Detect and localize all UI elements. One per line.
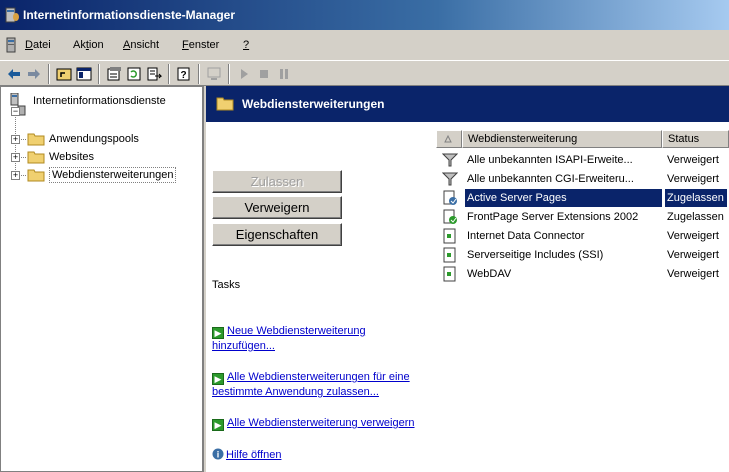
task-deny-all[interactable]: ▶ Alle Webdiensterweiterung verweigern bbox=[212, 416, 415, 431]
extension-icon bbox=[443, 228, 456, 244]
folder-icon bbox=[27, 151, 45, 164]
play-icon bbox=[234, 64, 254, 84]
forward-icon[interactable] bbox=[24, 64, 44, 84]
back-icon[interactable] bbox=[4, 64, 24, 84]
tasks-label: Tasks bbox=[212, 279, 241, 291]
show-hide-tree-icon[interactable] bbox=[74, 64, 94, 84]
iis-app-icon bbox=[5, 7, 19, 23]
menu-help[interactable]: ? bbox=[243, 39, 249, 51]
window-title: Internetinformationsdienste-Manager bbox=[23, 8, 236, 22]
task-add-extension[interactable]: ▶ Neue Webdiensterweiterung hinzufügen... bbox=[212, 324, 366, 354]
task-open-help[interactable]: i Hilfe öffnen bbox=[212, 448, 281, 463]
list-item[interactable]: Alle unbekannten ISAPI-Erweite... Verweig… bbox=[436, 151, 729, 169]
sort-column-header[interactable] bbox=[436, 130, 462, 148]
properties-icon[interactable] bbox=[104, 64, 124, 84]
tree-expand-anwendungspools[interactable]: + bbox=[11, 135, 20, 144]
toolbar-separator bbox=[168, 64, 170, 84]
toolbar: ? bbox=[0, 60, 729, 86]
list-item[interactable]: FrontPage Server Extensions 2002 Zugelass… bbox=[436, 208, 729, 226]
menu-fenster[interactable]: Fenster bbox=[182, 39, 219, 51]
properties-button[interactable]: Eigenschaften bbox=[212, 223, 342, 246]
menu-aktion[interactable]: Aktion bbox=[73, 39, 104, 51]
deny-button[interactable]: Verweigern bbox=[212, 196, 342, 219]
tree-collapse-root[interactable]: − bbox=[11, 107, 20, 116]
column-header-status[interactable]: Status bbox=[662, 130, 729, 148]
menu-bar: Datei Aktion Ansicht Fenster ? bbox=[0, 30, 729, 60]
svg-text:i: i bbox=[217, 450, 220, 460]
folder-icon bbox=[27, 133, 45, 146]
tree-item-label: Anwendungspools bbox=[49, 133, 139, 145]
menu-ansicht[interactable]: Ansicht bbox=[123, 39, 159, 51]
menu-datei[interactable]: Datei bbox=[25, 39, 51, 51]
tree-root-label: Internetinformationsdienste bbox=[33, 95, 166, 107]
arrow-right-icon: ▶ bbox=[212, 327, 224, 339]
column-header-name[interactable]: Webdiensterweiterung bbox=[462, 130, 662, 148]
toolbar-separator bbox=[228, 64, 230, 84]
toolbar-separator bbox=[198, 64, 200, 84]
list-item[interactable]: Serverseitige Includes (SSI) Verweigert bbox=[436, 246, 729, 264]
toolbar-separator bbox=[48, 64, 50, 84]
tree-expand-websites[interactable]: + bbox=[11, 153, 20, 162]
title-bar: Internetinformationsdienste-Manager bbox=[0, 0, 729, 30]
export-list-icon[interactable] bbox=[144, 64, 164, 84]
mmc-icon[interactable] bbox=[4, 37, 20, 53]
sort-ascending-icon bbox=[444, 134, 452, 143]
tree-item-label: Websites bbox=[49, 151, 95, 163]
folder-icon bbox=[27, 169, 45, 182]
extension-icon bbox=[443, 247, 456, 263]
list-item-selected[interactable]: Active Server Pages Zugelassen bbox=[436, 189, 729, 207]
stop-icon bbox=[254, 64, 274, 84]
tree-pane[interactable]: Internetinformationsdienste − + Anwendun… bbox=[0, 86, 204, 472]
filter-icon bbox=[442, 153, 458, 167]
task-allow-all-for-app[interactable]: ▶ Alle Webdiensterweiterungen für eine be… bbox=[212, 370, 410, 400]
toolbar-separator bbox=[98, 64, 100, 84]
list-item[interactable]: WebDAV Verweigert bbox=[436, 265, 729, 283]
panel-header: Webdiensterweiterungen bbox=[206, 86, 729, 122]
list-item[interactable]: Alle unbekannten CGI-Erweiteru... Verweig… bbox=[436, 170, 729, 188]
help-icon[interactable]: ? bbox=[174, 64, 194, 84]
list-header: Webdiensterweiterung Status bbox=[436, 130, 729, 148]
panel-title: Webdiensterweiterungen bbox=[242, 97, 385, 111]
tree-item-label: Webdiensterweiterungen bbox=[49, 167, 177, 183]
refresh-icon[interactable] bbox=[124, 64, 144, 84]
frontpage-extension-icon bbox=[443, 209, 457, 224]
list-item[interactable]: Internet Data Connector Verweigert bbox=[436, 227, 729, 245]
svg-text:?: ? bbox=[180, 70, 186, 81]
folder-icon bbox=[216, 97, 234, 111]
arrow-right-icon: ▶ bbox=[212, 419, 224, 431]
filter-icon bbox=[442, 172, 458, 186]
help-info-icon: i bbox=[212, 448, 224, 460]
asp-extension-icon bbox=[443, 190, 457, 205]
details-pane: Webdiensterweiterungen Zulassen Verweige… bbox=[206, 86, 729, 472]
computer-icon bbox=[204, 64, 224, 84]
pause-icon bbox=[274, 64, 294, 84]
extensions-list[interactable]: Webdiensterweiterung Status Alle unbekan… bbox=[436, 130, 729, 472]
up-level-icon[interactable] bbox=[54, 64, 74, 84]
tree-expand-webdiensterweiterungen[interactable]: + bbox=[11, 171, 20, 180]
allow-button[interactable]: Zulassen bbox=[212, 170, 342, 193]
extension-icon bbox=[443, 266, 456, 282]
arrow-right-icon: ▶ bbox=[212, 373, 224, 385]
